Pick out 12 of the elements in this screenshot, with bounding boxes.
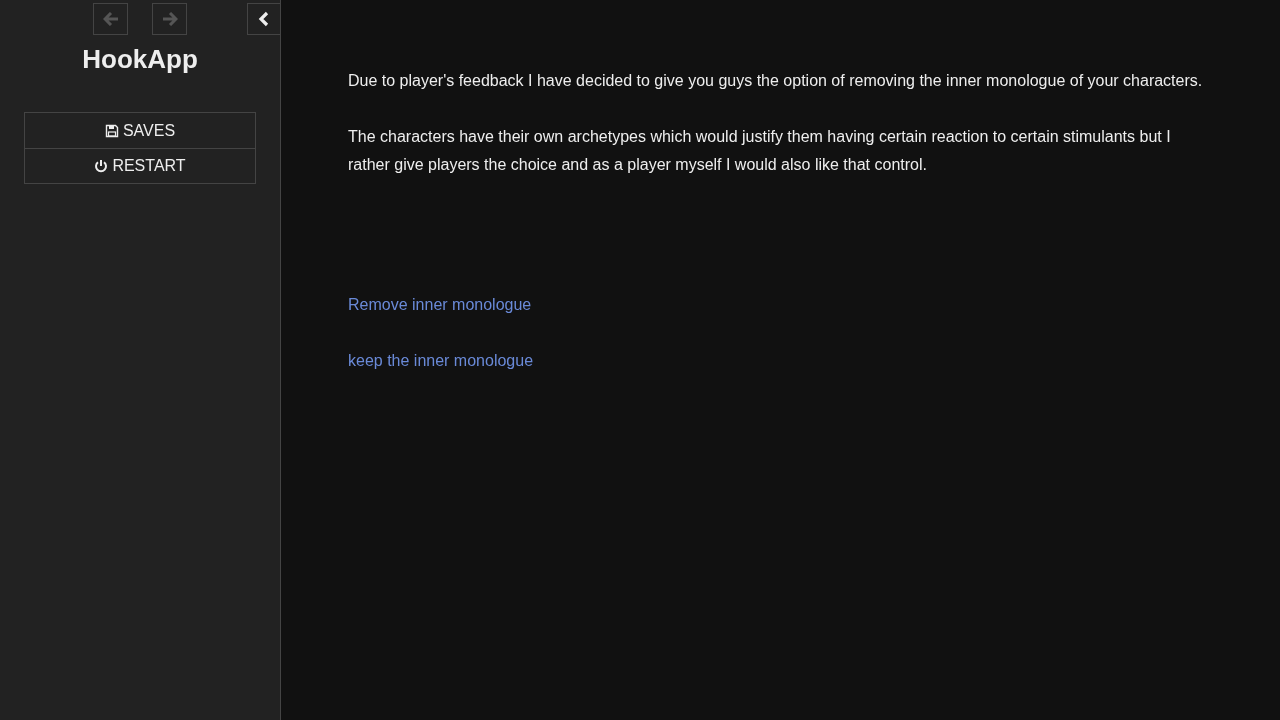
choice-link[interactable]: keep the inner monologue — [348, 352, 534, 369]
right-arrow-icon — [161, 12, 178, 26]
paragraph: Due to player's feedback I have decided to give you guys the option of removing the inner monologue of your characters. — [348, 71, 1204, 91]
story-title: HookApp — [81, 43, 199, 75]
power-icon — [94, 159, 109, 173]
collapse-button[interactable] — [247, 3, 280, 35]
restart-button[interactable]: RESTART — [25, 148, 255, 183]
saves-button[interactable]: SAVES — [25, 113, 255, 148]
paragraph: The characters have their own archetypes which would justify them having certain reaction to certain stimulants but I rather give players the choice and as a player myself I would also like that control. — [348, 127, 1172, 175]
chevron-left-icon — [258, 11, 270, 27]
choice-link[interactable]: Remove inner monologue — [348, 296, 532, 313]
left-arrow-icon — [102, 12, 119, 26]
